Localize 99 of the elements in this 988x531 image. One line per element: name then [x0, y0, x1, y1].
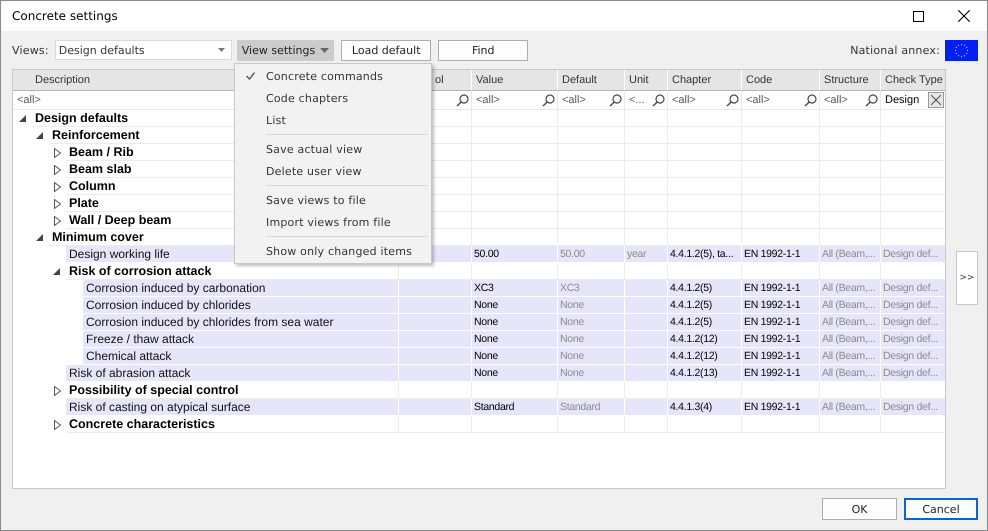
dropdown-arrow-icon — [320, 48, 330, 52]
table-cell: 4.4.1.3(4) — [668, 399, 742, 416]
table-cell: All (Beam,... — [820, 314, 881, 331]
table-cell: XC3 — [558, 280, 625, 297]
table-cell: None — [472, 348, 558, 365]
maximize-icon — [912, 10, 924, 22]
table-cell: None — [472, 297, 558, 314]
table-cell: EN 1992-1-1 — [742, 399, 820, 416]
close-icon — [958, 10, 970, 22]
table-cell: EN 1992-1-1 — [742, 331, 820, 348]
table-cell: All (Beam,... — [820, 280, 881, 297]
table-cell: EN 1992-1-1 — [742, 314, 820, 331]
views-label: Views: — [12, 44, 49, 56]
table-cell: 4.4.1.2(5) — [668, 314, 742, 331]
table-cell: None — [558, 331, 625, 348]
table-cell: 4.4.1.2(12) — [668, 331, 742, 348]
close-icon — [931, 95, 941, 105]
column-header[interactable]: Default — [558, 70, 625, 91]
table-cell: Design def... — [881, 314, 945, 331]
collapsed-arrow-icon[interactable] — [54, 164, 61, 174]
table-cell: All (Beam,... — [820, 297, 881, 314]
column-header[interactable]: Chapter — [668, 70, 742, 91]
view-settings-button[interactable]: View settings — [236, 40, 334, 60]
collapsed-arrow-icon[interactable] — [54, 386, 61, 396]
toolbar-button[interactable]: Find — [438, 40, 528, 60]
filter-field[interactable]: <all> — [476, 94, 540, 106]
expand-panel-button[interactable]: >> — [956, 251, 978, 305]
dropdown-arrow-icon — [218, 48, 225, 52]
column-header[interactable]: Code — [742, 70, 820, 91]
table-cell: None — [472, 331, 558, 348]
column-header[interactable]: Check Type — [881, 70, 945, 91]
clear-filter-button[interactable] — [928, 92, 944, 108]
setting-label[interactable]: Risk of abrasion attack — [66, 365, 399, 382]
collapsed-arrow-icon[interactable] — [54, 420, 61, 430]
table-cell: XC3 — [472, 280, 558, 297]
setting-label[interactable]: Chemical attack — [83, 348, 399, 365]
table-cell: Standard — [558, 399, 625, 416]
filter-field[interactable]: <... — [629, 94, 650, 106]
table-cell: 50.00 — [558, 246, 625, 263]
setting-label[interactable]: Risk of casting on atypical surface — [66, 399, 399, 416]
table-cell: year — [625, 246, 668, 263]
table-cell: All (Beam,... — [820, 348, 881, 365]
filter-field[interactable]: <all> — [746, 94, 802, 106]
group-label[interactable]: Concrete characteristics — [66, 416, 399, 433]
table-cell: 4.4.1.2(12) — [668, 348, 742, 365]
table-cell: 4.4.1.2(5), ta... — [668, 246, 742, 263]
table-cell: 4.4.1.2(5) — [668, 280, 742, 297]
table-cell: All (Beam,... — [820, 365, 881, 382]
expanded-arrow-icon[interactable] — [53, 268, 60, 275]
setting-label[interactable]: Corrosion induced by chlorides — [83, 297, 399, 314]
column-header[interactable]: Value — [472, 70, 558, 91]
table-cell: 4.4.1.2(5) — [668, 297, 742, 314]
collapsed-arrow-icon[interactable] — [54, 148, 61, 158]
table-cell: None — [558, 297, 625, 314]
table-cell: Design def... — [881, 365, 945, 382]
table-cell: All (Beam,... — [820, 331, 881, 348]
table-cell: None — [558, 348, 625, 365]
setting-label[interactable]: Corrosion induced by carbonation — [83, 280, 399, 297]
flag-icon — [945, 40, 978, 60]
expanded-arrow-icon[interactable] — [36, 234, 43, 241]
table-cell: Design def... — [881, 348, 945, 365]
table-cell: All (Beam,... — [820, 246, 881, 263]
table-cell: Design def... — [881, 331, 945, 348]
filter-field[interactable]: Design — [885, 94, 926, 106]
table-cell: Design def... — [881, 399, 945, 416]
column-header[interactable]: Structure — [820, 70, 881, 91]
table-cell: None — [558, 314, 625, 331]
filter-field[interactable]: <all> — [672, 94, 724, 106]
table-cell: Standard — [472, 399, 558, 416]
national-annex-label: National annex: — [850, 44, 940, 56]
dialog-button[interactable]: OK — [822, 498, 897, 520]
table-cell: EN 1992-1-1 — [742, 280, 820, 297]
table-cell: EN 1992-1-1 — [742, 365, 820, 382]
toolbar-button[interactable]: Load default — [341, 40, 432, 60]
table-cell: None — [472, 365, 558, 382]
table-cell: All (Beam,... — [820, 399, 881, 416]
table-cell: EN 1992-1-1 — [742, 348, 820, 365]
table-cell: Design def... — [881, 297, 945, 314]
table-cell: EN 1992-1-1 — [742, 297, 820, 314]
expanded-arrow-icon[interactable] — [36, 132, 43, 139]
setting-label[interactable]: Corrosion induced by chlorides from sea water — [83, 314, 399, 331]
collapsed-arrow-icon[interactable] — [54, 216, 61, 226]
table-cell: None — [472, 314, 558, 331]
collapsed-arrow-icon[interactable] — [54, 198, 61, 208]
window-title: Concrete settings — [12, 9, 119, 23]
collapsed-arrow-icon[interactable] — [54, 182, 61, 192]
filter-field[interactable]: <all> — [824, 94, 863, 106]
filter-field[interactable]: <all> — [562, 94, 607, 106]
expanded-arrow-icon[interactable] — [19, 115, 26, 122]
table-cell: 4.4.1.2(13) — [668, 365, 742, 382]
table-cell: Design def... — [881, 246, 945, 263]
table-cell: None — [558, 365, 625, 382]
table-cell: EN 1992-1-1 — [742, 246, 820, 263]
setting-label[interactable]: Freeze / thaw attack — [83, 331, 399, 348]
table-cell: Design def... — [881, 280, 945, 297]
table-cell: 50.00 — [472, 246, 558, 263]
column-header[interactable]: Unit — [625, 70, 668, 91]
views-dropdown[interactable]: Design defaults — [54, 40, 232, 60]
dialog-button[interactable]: Cancel — [904, 498, 978, 520]
